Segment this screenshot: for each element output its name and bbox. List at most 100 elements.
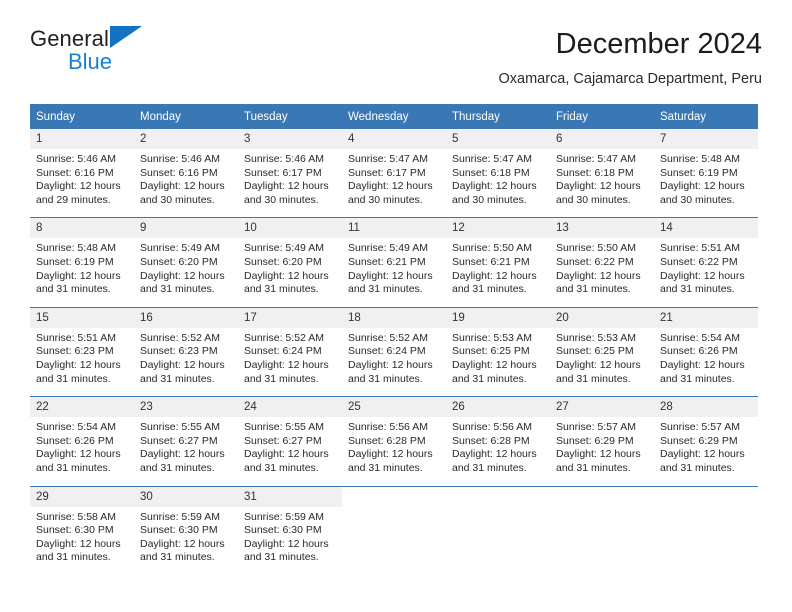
daylight-text: Daylight: 12 hours and 31 minutes. — [452, 448, 537, 474]
calendar-day-cell[interactable]: 6 Sunrise: 5:47 AM Sunset: 6:18 PM Daylight… — [550, 129, 654, 218]
day-number: 26 — [446, 397, 550, 418]
day-number: 14 — [654, 218, 758, 239]
sunset-text: Sunset: 6:18 PM — [452, 166, 530, 179]
sunset-text: Sunset: 6:25 PM — [556, 345, 634, 358]
calendar-day-cell[interactable]: 27 Sunrise: 5:57 AM Sunset: 6:29 PM Dayligh… — [550, 396, 654, 486]
sunrise-text: Sunrise: 5:59 AM — [244, 510, 324, 523]
calendar-day-cell[interactable]: 12 Sunrise: 5:50 AM Sunset: 6:21 PM Dayligh… — [446, 217, 550, 308]
day-number: 20 — [550, 307, 654, 328]
day-details: Sunrise: 5:53 AM Sunset: 6:25 PM Daylight:… — [446, 328, 550, 396]
calendar-day-cell[interactable]: 2 Sunrise: 5:46 AM Sunset: 6:16 PM Daylight… — [134, 129, 238, 218]
daylight-text: Daylight: 12 hours and 31 minutes. — [244, 448, 329, 474]
daylight-text: Daylight: 12 hours and 31 minutes. — [660, 358, 745, 385]
calendar-day-cell[interactable]: 28 Sunrise: 5:57 AM Sunset: 6:29 PM Dayligh… — [654, 396, 758, 486]
sunrise-text: Sunrise: 5:46 AM — [244, 153, 324, 165]
daylight-text: Daylight: 12 hours and 31 minutes. — [348, 448, 433, 474]
daylight-text: Daylight: 12 hours and 30 minutes. — [244, 180, 329, 206]
day-details: Sunrise: 5:47 AM Sunset: 6:18 PM Daylight:… — [446, 149, 550, 217]
day-number: 9 — [134, 218, 238, 239]
day-number: 4 — [342, 129, 446, 149]
logo-triangle-icon — [109, 26, 142, 48]
day-details: Sunrise: 5:59 AM Sunset: 6:30 PM Daylight:… — [134, 507, 238, 575]
calendar-day-cell[interactable]: 7 Sunrise: 5:48 AM Sunset: 6:19 PM Daylight… — [654, 129, 758, 218]
calendar-day-cell[interactable]: 9 Sunrise: 5:49 AM Sunset: 6:20 PM Daylight… — [134, 217, 238, 308]
calendar-day-cell[interactable]: 20 Sunrise: 5:53 AM Sunset: 6:25 PM Dayligh… — [550, 306, 654, 397]
day-details: Sunrise: 5:47 AM Sunset: 6:17 PM Daylight:… — [342, 149, 446, 217]
sunrise-text: Sunrise: 5:47 AM — [452, 153, 532, 165]
calendar-day-cell[interactable]: 30 Sunrise: 5:59 AM Sunset: 6:30 PM Dayligh… — [134, 485, 238, 575]
day-number: 8 — [30, 218, 134, 239]
calendar-day-cell[interactable]: 18 Sunrise: 5:52 AM Sunset: 6:24 PM Dayligh… — [342, 306, 446, 397]
calendar-day-cell[interactable]: 22 Sunrise: 5:54 AM Sunset: 6:26 PM Dayligh… — [30, 396, 134, 486]
calendar-day-cell[interactable]: 21 Sunrise: 5:54 AM Sunset: 6:26 PM Dayligh… — [654, 306, 758, 397]
day-number: 31 — [238, 486, 342, 507]
calendar-day-cell[interactable]: 25 Sunrise: 5:56 AM Sunset: 6:28 PM Dayligh… — [342, 396, 446, 486]
day-number: 17 — [238, 307, 342, 328]
sunset-text: Sunset: 6:20 PM — [140, 255, 218, 268]
weekday-header-wednesday: Wednesday — [342, 104, 446, 129]
calendar-day-cell[interactable]: 1 Sunrise: 5:46 AM Sunset: 6:16 PM Daylight… — [30, 129, 134, 218]
day-number: 5 — [446, 129, 550, 149]
calendar-week-row: 1 Sunrise: 5:46 AM Sunset: 6:16 PM Daylight… — [30, 129, 758, 218]
day-number: 10 — [238, 218, 342, 239]
sunrise-text: Sunrise: 5:58 AM — [36, 510, 116, 523]
calendar-day-cell[interactable]: 8 Sunrise: 5:48 AM Sunset: 6:19 PM Daylight… — [30, 217, 134, 308]
day-details: Sunrise: 5:54 AM Sunset: 6:26 PM Daylight:… — [654, 328, 758, 396]
weekday-header-monday: Monday — [134, 104, 238, 129]
calendar-week-row: 8 Sunrise: 5:48 AM Sunset: 6:19 PM Daylight… — [30, 217, 758, 308]
sunset-text: Sunset: 6:17 PM — [348, 166, 426, 179]
calendar-day-cell-empty — [446, 485, 550, 575]
calendar-day-cell[interactable]: 23 Sunrise: 5:55 AM Sunset: 6:27 PM Dayligh… — [134, 396, 238, 486]
calendar-day-cell[interactable]: 26 Sunrise: 5:56 AM Sunset: 6:28 PM Dayligh… — [446, 396, 550, 486]
calendar-day-cell[interactable]: 19 Sunrise: 5:53 AM Sunset: 6:25 PM Dayligh… — [446, 306, 550, 397]
calendar-day-cell[interactable]: 3 Sunrise: 5:46 AM Sunset: 6:17 PM Daylight… — [238, 129, 342, 218]
calendar-header-row: Sunday Monday Tuesday Wednesday Thursday Frid… — [30, 104, 758, 129]
day-details: Sunrise: 5:55 AM Sunset: 6:27 PM Daylight:… — [134, 417, 238, 485]
sunrise-text: Sunrise: 5:52 AM — [140, 331, 220, 344]
sunrise-text: Sunrise: 5:46 AM — [140, 153, 220, 165]
calendar-day-cell[interactable]: 13 Sunrise: 5:50 AM Sunset: 6:22 PM Dayligh… — [550, 217, 654, 308]
sunrise-text: Sunrise: 5:48 AM — [660, 153, 740, 165]
sunset-text: Sunset: 6:27 PM — [140, 434, 218, 447]
day-details — [446, 507, 550, 569]
day-details: Sunrise: 5:46 AM Sunset: 6:16 PM Daylight:… — [134, 149, 238, 217]
calendar-day-cell[interactable]: 5 Sunrise: 5:47 AM Sunset: 6:18 PM Daylight… — [446, 129, 550, 218]
sunrise-text: Sunrise: 5:57 AM — [660, 421, 740, 434]
calendar-day-cell[interactable]: 10 Sunrise: 5:49 AM Sunset: 6:20 PM Dayligh… — [238, 217, 342, 308]
day-details: Sunrise: 5:49 AM Sunset: 6:21 PM Daylight:… — [342, 238, 446, 306]
calendar-day-cell[interactable]: 17 Sunrise: 5:52 AM Sunset: 6:24 PM Dayligh… — [238, 306, 342, 397]
calendar-day-cell[interactable]: 4 Sunrise: 5:47 AM Sunset: 6:17 PM Daylight… — [342, 129, 446, 218]
daylight-text: Daylight: 12 hours and 31 minutes. — [660, 269, 745, 296]
calendar-day-cell[interactable]: 11 Sunrise: 5:49 AM Sunset: 6:21 PM Dayligh… — [342, 217, 446, 308]
sunset-text: Sunset: 6:28 PM — [348, 434, 426, 447]
sunrise-text: Sunrise: 5:56 AM — [452, 421, 532, 434]
calendar-day-cell[interactable]: 15 Sunrise: 5:51 AM Sunset: 6:23 PM Dayligh… — [30, 306, 134, 397]
calendar-day-cell[interactable]: 16 Sunrise: 5:52 AM Sunset: 6:23 PM Dayligh… — [134, 306, 238, 397]
day-number: 13 — [550, 218, 654, 239]
sunrise-text: Sunrise: 5:51 AM — [660, 242, 740, 255]
day-details: Sunrise: 5:56 AM Sunset: 6:28 PM Daylight:… — [446, 417, 550, 485]
day-details: Sunrise: 5:55 AM Sunset: 6:27 PM Daylight:… — [238, 417, 342, 485]
calendar-day-cell-empty — [342, 485, 446, 575]
day-details: Sunrise: 5:49 AM Sunset: 6:20 PM Daylight:… — [134, 238, 238, 306]
daylight-text: Daylight: 12 hours and 30 minutes. — [140, 180, 225, 206]
calendar-day-cell[interactable]: 31 Sunrise: 5:59 AM Sunset: 6:30 PM Dayligh… — [238, 485, 342, 575]
calendar-day-cell[interactable]: 29 Sunrise: 5:58 AM Sunset: 6:30 PM Dayligh… — [30, 485, 134, 575]
sunset-text: Sunset: 6:19 PM — [660, 166, 738, 179]
day-details: Sunrise: 5:57 AM Sunset: 6:29 PM Daylight:… — [654, 417, 758, 485]
day-number: 1 — [30, 129, 134, 149]
sunset-text: Sunset: 6:16 PM — [140, 166, 218, 179]
sunrise-text: Sunrise: 5:57 AM — [556, 421, 636, 434]
day-details: Sunrise: 5:50 AM Sunset: 6:21 PM Daylight:… — [446, 238, 550, 306]
daylight-text: Daylight: 12 hours and 31 minutes. — [36, 358, 121, 385]
calendar-day-cell[interactable]: 24 Sunrise: 5:55 AM Sunset: 6:27 PM Dayligh… — [238, 396, 342, 486]
daylight-text: Daylight: 12 hours and 31 minutes. — [452, 358, 537, 385]
daylight-text: Daylight: 12 hours and 31 minutes. — [348, 269, 433, 296]
sunrise-text: Sunrise: 5:55 AM — [140, 421, 220, 434]
sunset-text: Sunset: 6:22 PM — [556, 255, 634, 268]
calendar-week-row: 15 Sunrise: 5:51 AM Sunset: 6:23 PM Dayligh… — [30, 306, 758, 397]
day-details: Sunrise: 5:54 AM Sunset: 6:26 PM Daylight:… — [30, 417, 134, 485]
day-number: 2 — [134, 129, 238, 149]
sunset-text: Sunset: 6:29 PM — [556, 434, 634, 447]
calendar-day-cell[interactable]: 14 Sunrise: 5:51 AM Sunset: 6:22 PM Dayligh… — [654, 217, 758, 308]
